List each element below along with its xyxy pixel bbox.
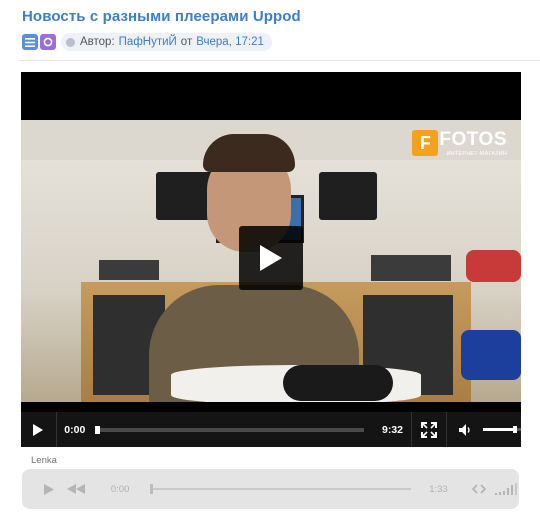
play-button[interactable] [21,412,57,447]
fullscreen-icon [421,421,438,438]
audio-track-name: Lenka [31,455,57,466]
volume-slider[interactable] [483,426,521,433]
volume-icon [458,423,470,436]
volume-bars-icon [495,483,518,495]
info-icon [66,37,75,47]
volume-handle[interactable] [513,426,518,433]
mute-button[interactable] [451,412,479,447]
post-date[interactable]: Вчера, 17:21 [196,36,264,48]
video-controls: 0:00 9:32 [21,412,521,447]
audio-seek-handle[interactable] [149,484,153,494]
audio-play-button[interactable] [39,483,59,495]
divider [18,60,540,61]
fullscreen-button[interactable] [411,412,448,447]
fotos-logo: F FOTOS ИНТЕРНЕТ-МАГАЗИН [412,129,507,157]
audio-seek-bar[interactable] [149,484,412,494]
date-prefix: от [180,36,193,48]
audio-embed-button[interactable] [469,484,489,494]
current-time: 0:00 [64,423,86,436]
audio-rewind-button[interactable] [63,484,89,494]
audio-duration: 1:33 [429,483,448,495]
play-icon [33,423,44,436]
list-icon[interactable] [22,34,38,50]
big-play-button[interactable] [239,226,303,290]
logo-brand: FOTOS [439,129,507,150]
embed-code-icon [472,484,487,494]
big-play-icon [260,245,282,271]
author-label: Автор: [80,36,115,48]
audio-player: 0:00 1:33 [22,469,519,509]
logo-sub: ИНТЕРНЕТ-МАГАЗИН [446,151,507,157]
volume-level [483,428,516,431]
post-title[interactable]: Новость с разными плеерами Uppod [22,8,301,25]
audio-volume-button[interactable] [493,483,519,495]
rewind-icon [66,484,85,494]
post-meta: Автор: ПафНутиЙ от Вчера, 17:21 [22,33,272,51]
play-icon [43,483,54,495]
author-info: Автор: ПафНутиЙ от Вчера, 17:21 [61,33,272,51]
seek-handle[interactable] [94,425,100,434]
circle-icon[interactable] [40,34,56,50]
seek-bar[interactable] [94,425,364,434]
video-player[interactable]: F FOTOS ИНТЕРНЕТ-МАГАЗИН 0:00 9:32 [21,72,521,447]
author-link[interactable]: ПафНутиЙ [119,36,177,48]
audio-current-time: 0:00 [110,483,130,495]
duration: 9:32 [381,423,403,436]
